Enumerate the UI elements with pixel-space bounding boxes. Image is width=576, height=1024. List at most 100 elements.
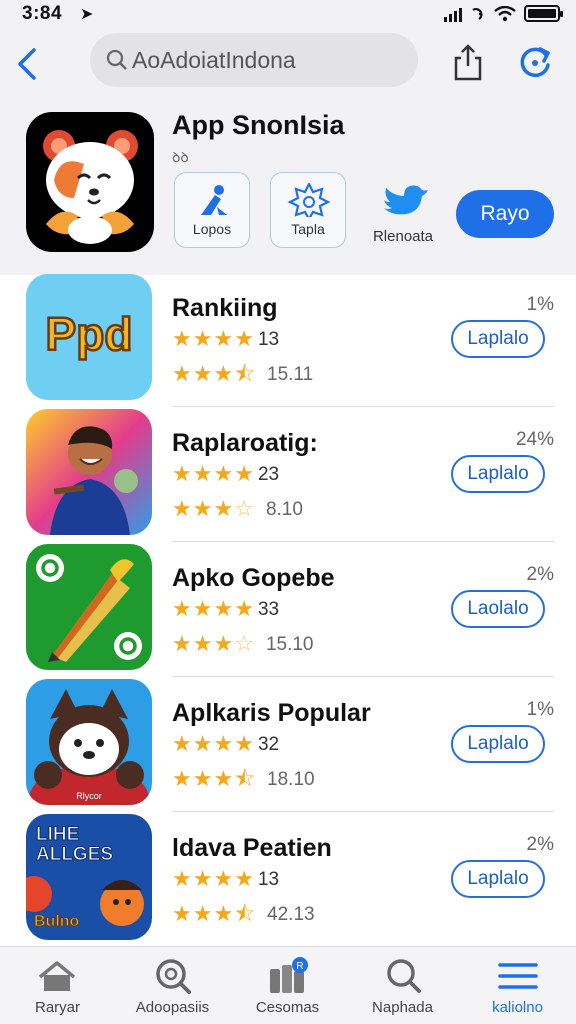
rating-stars: ★ ★ ★ ☆ <box>172 634 254 656</box>
app-action-button[interactable]: Laplalo <box>451 455 545 493</box>
rating-row-secondary: ★ ★ ★ ☆ 8.10 <box>172 499 303 521</box>
star-icon: ★ <box>234 597 254 622</box>
chip-label: Tapla <box>291 221 325 237</box>
thumb-subtext: Bulno <box>34 913 80 930</box>
list-item[interactable]: Apko Gopebe 2% ★ ★ ★ ★ 33 ★ ★ ★ ☆ 15.10 Laolal… <box>0 542 576 677</box>
wifi-icon <box>494 5 516 21</box>
app-thumb-panda: Rlycor <box>26 679 152 805</box>
app-name: Rankiing <box>172 294 278 322</box>
location-icon: ➤ <box>80 6 94 23</box>
star-icon: ★ <box>213 597 234 622</box>
star-icon: ★ <box>213 902 234 927</box>
star-icon: ☆ <box>234 632 254 657</box>
battery-icon <box>524 5 563 22</box>
rating-row: ★ ★ ★ ★ 32 <box>172 734 279 756</box>
rating-stars: ★ ★ ★ ★ <box>172 464 254 486</box>
star-icon: ★ <box>172 632 192 657</box>
status-indicators <box>444 5 563 22</box>
rating-value: 15.10 <box>265 634 314 655</box>
app-name: ldava Peatien <box>172 834 332 862</box>
list-item[interactable]: Rlycor Aplkaris Popular 1% ★ ★ ★ ★ 32 ★ ★ ★ ⯪ … <box>0 677 576 812</box>
rating-count: 23 <box>257 464 280 485</box>
star-icon: ★ <box>192 362 213 387</box>
bird-icon <box>384 185 428 215</box>
tab-bar: Raryar Adoopasiis R Cesomas Naphada kali… <box>0 946 576 1024</box>
app-percent: 2% <box>526 564 554 585</box>
search-input-text[interactable]: AoAdoiatIndona <box>132 47 296 74</box>
star-icon: ★ <box>213 632 234 657</box>
tab-label: kaliolno <box>492 999 543 1016</box>
star-icon: ★ <box>192 497 213 522</box>
search-circle-icon <box>156 959 191 994</box>
tab-kaliolno[interactable]: kaliolno <box>460 947 575 1024</box>
star-icon: ★ <box>213 767 234 792</box>
back-chevron-icon[interactable] <box>12 44 44 84</box>
star-icon: ⯪ <box>234 362 256 387</box>
list-item[interactable]: Ppd Rankiing 1% ★ ★ ★ ★ 13 ★ ★ ★ ⯪ 15.11 Lapla… <box>0 272 576 407</box>
rating-stars: ★ ★ ★ ★ <box>172 329 254 351</box>
refresh-icon[interactable] <box>516 43 554 81</box>
star-icon: ★ <box>192 327 213 352</box>
thumb-text-line2: ALLGES <box>36 844 113 865</box>
app-action-button[interactable]: Laplalo <box>451 860 545 898</box>
star-icon: ★ <box>234 327 254 352</box>
thumb-text: Ppd <box>46 308 133 360</box>
home-icon <box>38 961 76 991</box>
search-icon <box>106 49 127 70</box>
rating-value: 15.11 <box>267 364 314 385</box>
stack-icon: R <box>270 957 308 993</box>
star-icon: ★ <box>192 462 213 487</box>
tab-cesomas[interactable]: R Cesomas <box>230 947 345 1024</box>
rating-row: ★ ★ ★ ★ 23 <box>172 464 279 486</box>
star-icon: ★ <box>192 902 213 927</box>
app-percent: 24% <box>515 429 554 450</box>
rating-row-secondary: ★ ★ ★ ⯪ 15.11 <box>172 364 313 386</box>
status-bar: 3:84 ➤ <box>0 0 576 30</box>
signal-icon <box>444 6 462 22</box>
menu-icon <box>498 963 538 989</box>
chip-tapla[interactable]: Tapla <box>270 172 346 248</box>
rating-value: 18.10 <box>267 769 315 790</box>
app-action-button[interactable]: Laolalo <box>451 590 545 628</box>
app-action-button[interactable]: Laplalo <box>451 320 545 358</box>
rating-row: ★ ★ ★ ★ 13 <box>172 869 279 891</box>
featured-app-icon[interactable] <box>26 112 154 252</box>
rating-row: ★ ★ ★ ★ 13 <box>172 329 279 351</box>
tab-adoopasiis[interactable]: Adoopasiis <box>115 947 230 1024</box>
star-icon: ★ <box>172 732 192 757</box>
app-name: Raplaroatig: <box>172 429 318 457</box>
chip-lopos[interactable]: Lopos <box>174 172 250 248</box>
app-thumb-pen <box>26 544 152 670</box>
star-icon: ★ <box>213 497 234 522</box>
rating-value: 8.10 <box>265 499 303 520</box>
status-time: 3:84 <box>22 3 63 24</box>
star-icon: ★ <box>234 462 254 487</box>
get-button[interactable]: Rayo <box>456 190 554 238</box>
chip-rlenoata[interactable]: Rlenoata <box>366 180 440 250</box>
panda-mascot-icon <box>43 130 138 244</box>
rating-count: 33 <box>257 599 280 620</box>
rating-row-secondary: ★ ★ ★ ☆ 15.10 <box>172 634 313 656</box>
rating-stars: ★ ★ ★ ★ <box>172 869 254 891</box>
star-icon: ★ <box>172 362 192 387</box>
share-icon[interactable] <box>452 42 484 82</box>
tab-naphada[interactable]: Naphada <box>345 947 460 1024</box>
tab-raryar[interactable]: Raryar <box>0 947 115 1024</box>
rating-row-secondary: ★ ★ ★ ⯪ 42.13 <box>172 904 315 926</box>
star-icon: ★ <box>234 732 254 757</box>
star-icon: ★ <box>172 327 192 352</box>
rating-count: 13 <box>257 329 280 350</box>
star-icon: ★ <box>172 497 192 522</box>
app-action-button[interactable]: Laplalo <box>451 725 545 763</box>
search-icon <box>387 959 421 993</box>
search-bar[interactable]: AoAdoiatIndona <box>90 33 418 87</box>
star-icon: ⯪ <box>234 902 256 927</box>
app-name: Apko Gopebe <box>172 564 335 592</box>
rating-count: 13 <box>257 869 280 890</box>
list-item[interactable]: LIHE ALLGES Bulno ldava Peatien 2% ★ ★ ★ ★ … <box>0 812 576 947</box>
star-icon: ★ <box>172 902 192 927</box>
star-icon: ★ <box>192 597 213 622</box>
thumb-text: Rlycor <box>76 791 102 801</box>
list-item[interactable]: Raplaroatig: 24% ★ ★ ★ ★ 23 ★ ★ ★ ☆ 8.10 Lapla… <box>0 407 576 542</box>
star-icon: ★ <box>234 867 254 892</box>
